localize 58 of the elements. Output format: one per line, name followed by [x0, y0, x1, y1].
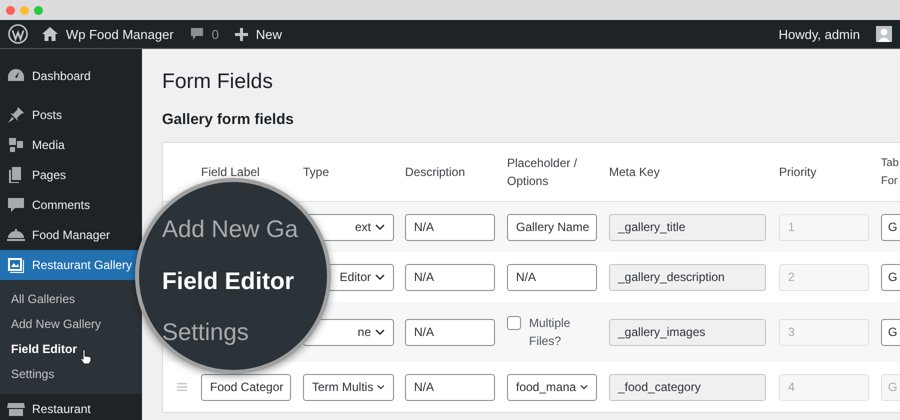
sidebar-item[interactable]: Restaurant — [0, 394, 142, 420]
checkbox[interactable] — [507, 316, 521, 330]
type-select[interactable]: ne — [303, 318, 394, 346]
column-header: Field Label — [201, 164, 261, 181]
column-header: Meta Key — [609, 164, 661, 181]
description-field[interactable]: N/A — [405, 374, 495, 400]
description-field[interactable]: N/A — [405, 214, 495, 240]
chevron-down-icon — [375, 329, 385, 335]
sidebar-item[interactable]: Dashboard — [0, 61, 142, 91]
comment-icon — [6, 195, 26, 215]
sidebar-item[interactable]: Comments — [0, 190, 142, 220]
meta-key-field: _food_category — [609, 374, 766, 400]
meta-key-field: _gallery_images — [609, 318, 766, 346]
comment-count: 0 — [212, 26, 219, 42]
chevron-down-icon — [580, 384, 588, 390]
pointer-cursor-icon — [79, 349, 93, 365]
tab-form-select[interactable]: G — [881, 318, 900, 346]
sidebar-item[interactable]: Media — [0, 130, 142, 160]
placeholder-field[interactable]: N/A — [507, 264, 597, 290]
tab-form-select[interactable]: G — [881, 214, 900, 240]
sidebar-item[interactable]: Posts — [0, 100, 142, 130]
site-name-link[interactable]: Wp Food Manager — [66, 26, 174, 42]
home-icon[interactable] — [42, 27, 58, 41]
media-icon — [6, 135, 26, 155]
sidebar-item[interactable]: Pages — [0, 160, 142, 190]
column-header: Description — [405, 164, 466, 181]
placeholder-field[interactable]: Gallery Name — [507, 214, 597, 240]
close-dot-icon[interactable] — [6, 6, 15, 14]
chevron-down-icon — [375, 274, 385, 280]
meta-key-field: _gallery_title — [609, 214, 766, 240]
greeting-link[interactable]: Howdy, admin — [778, 26, 860, 42]
avatar-icon[interactable] — [876, 26, 892, 42]
page-title: Form Fields — [162, 69, 274, 95]
gallery-icon — [6, 255, 26, 275]
maximize-dot-icon[interactable] — [34, 6, 43, 14]
column-header: Placeholder / Options — [507, 155, 578, 190]
description-field[interactable]: N/A — [405, 264, 495, 290]
column-header: Tab For — [881, 156, 900, 189]
chevron-down-icon — [375, 224, 385, 230]
sidebar-item[interactable]: Food Manager — [0, 220, 142, 250]
checkbox-label: Multiple Files? — [529, 315, 572, 350]
minimize-dot-icon[interactable] — [20, 6, 29, 14]
meta-key-field: _gallery_description — [609, 264, 766, 290]
pin-icon — [6, 105, 26, 125]
chevron-down-icon — [377, 384, 385, 390]
section-title: Gallery form fields — [162, 110, 295, 130]
description-field[interactable]: N/A — [405, 318, 495, 346]
tab-form-select[interactable]: G — [881, 264, 900, 290]
plus-icon[interactable] — [234, 28, 248, 40]
column-header: Priority — [779, 164, 818, 181]
new-link[interactable]: New — [256, 26, 282, 42]
wordpress-logo-icon[interactable] — [8, 24, 28, 44]
options-select[interactable]: food_mana — [507, 374, 597, 400]
drag-handle-icon[interactable] — [177, 383, 187, 391]
label-field[interactable]: Food Categor — [201, 374, 291, 400]
column-header: Type — [303, 164, 330, 181]
type-select[interactable]: Term Multis — [303, 374, 394, 400]
speech-bubble-icon[interactable] — [190, 27, 204, 41]
